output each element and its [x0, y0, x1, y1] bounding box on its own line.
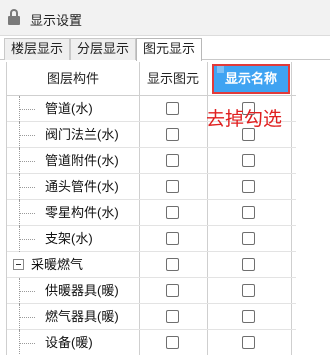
show-name-checkbox[interactable] [242, 284, 255, 297]
tab-floor-display[interactable]: 楼层显示 [4, 38, 71, 60]
show-element-checkbox[interactable] [166, 154, 179, 167]
show-element-checkbox[interactable] [166, 102, 179, 115]
row-label: 通头管件(水) [45, 179, 119, 194]
show-element-checkbox[interactable] [166, 128, 179, 141]
group-label: 采暖燃气 [31, 257, 84, 272]
window-title: 显示设置 [30, 13, 83, 28]
row-label: 零星构件(水) [45, 205, 119, 220]
show-name-checkbox[interactable] [242, 336, 255, 349]
row-label: 管道附件(水) [45, 153, 119, 168]
row-label: 阀门法兰(水) [45, 127, 119, 142]
tree-row[interactable]: 供暖器具(暖) [7, 278, 297, 304]
tree-row[interactable]: 管道附件(水) [7, 148, 297, 174]
show-element-checkbox[interactable] [166, 336, 179, 349]
header-marker-icon [217, 66, 224, 73]
tree-row[interactable]: 设备(暖) [7, 330, 297, 355]
column-header-show-element[interactable]: 显示图元 [139, 62, 207, 96]
show-element-checkbox[interactable] [166, 232, 179, 245]
show-element-checkbox[interactable] [166, 310, 179, 323]
tree-row[interactable]: 支架(水) [7, 226, 297, 252]
show-name-checkbox[interactable] [242, 206, 255, 219]
show-element-checkbox[interactable] [166, 258, 179, 271]
row-label: 支架(水) [45, 231, 93, 246]
grid-header: 图层构件 显示图元 显示名称 [7, 62, 297, 96]
show-name-checkbox[interactable] [242, 258, 255, 271]
row-label: 燃气器具(暖) [45, 309, 119, 324]
row-label: 管道(水) [45, 101, 93, 116]
tree-group-row[interactable]: 采暖燃气 [7, 252, 297, 278]
show-name-checkbox[interactable] [242, 232, 255, 245]
show-name-checkbox[interactable] [242, 154, 255, 167]
tab-bar: 楼层显示 分层显示 图元显示 [0, 36, 330, 61]
row-label: 供暖器具(暖) [45, 283, 119, 298]
collapse-icon[interactable] [13, 259, 24, 270]
tree-row[interactable]: 通头管件(水) [7, 174, 297, 200]
annotation-text: 去掉勾选 [206, 108, 283, 130]
tab-layer-display[interactable]: 分层显示 [70, 38, 137, 60]
column-header-component: 图层构件 [46, 71, 99, 86]
show-name-checkbox[interactable] [242, 180, 255, 193]
lock-icon [8, 9, 20, 25]
title-bar: 显示设置 [0, 0, 330, 36]
show-element-checkbox[interactable] [166, 206, 179, 219]
show-element-checkbox[interactable] [166, 180, 179, 193]
right-margin [296, 62, 330, 355]
tree-row[interactable]: 燃气器具(暖) [7, 304, 297, 330]
tree-row[interactable]: 零星构件(水) [7, 200, 297, 226]
tab-element-display[interactable]: 图元显示 [136, 38, 203, 61]
show-name-checkbox[interactable] [242, 310, 255, 323]
row-label: 设备(暖) [45, 335, 93, 350]
show-element-checkbox[interactable] [166, 284, 179, 297]
